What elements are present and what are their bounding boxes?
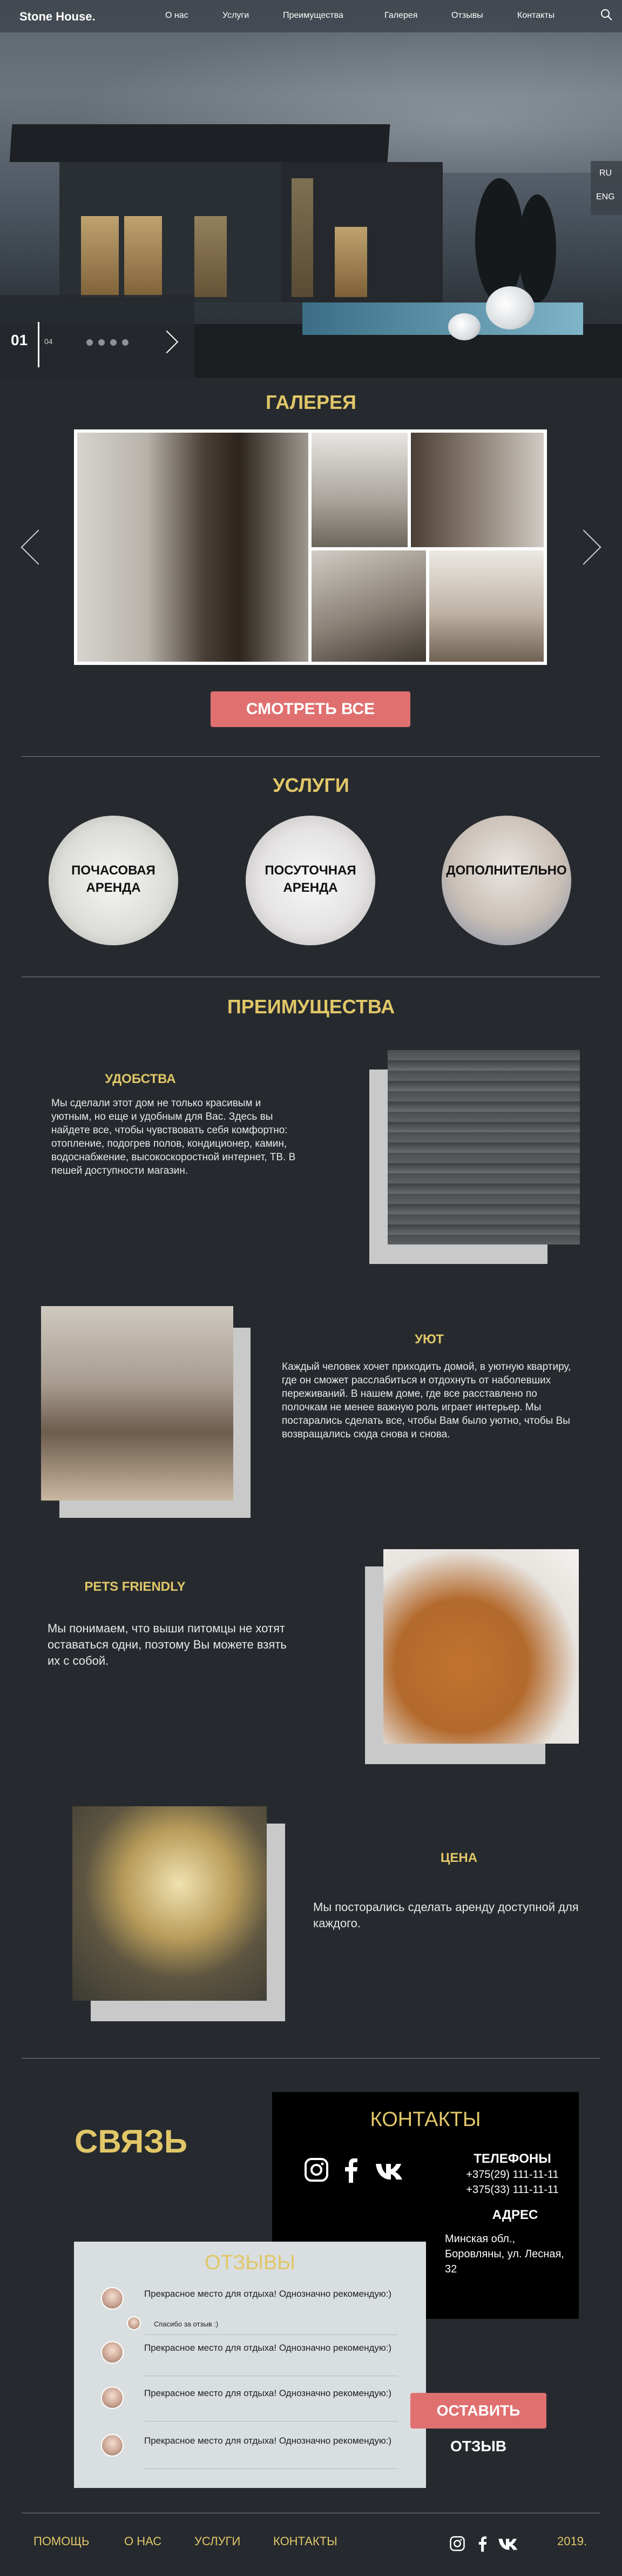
gallery-collage[interactable] bbox=[74, 429, 547, 665]
facebook-icon[interactable] bbox=[476, 2535, 488, 2552]
gallery-image[interactable] bbox=[77, 433, 308, 662]
avatar bbox=[101, 2341, 124, 2364]
service-additional[interactable]: ДОПОЛНИТЕЛЬНО bbox=[442, 816, 571, 945]
advantage-heading: ЦЕНА bbox=[440, 1851, 478, 1865]
slide-total: 04 bbox=[44, 337, 53, 346]
review-text: Прекрасное место для отдыха! Однозначно … bbox=[144, 2343, 392, 2353]
nav-item-reviews[interactable]: Отзывы bbox=[451, 11, 483, 21]
footer-link-about[interactable]: О НАС bbox=[124, 2534, 161, 2548]
service-daily-rent[interactable]: ПОСУТОЧНАЯ АРЕНДА bbox=[246, 816, 375, 945]
instagram-icon[interactable] bbox=[303, 2157, 329, 2183]
language-switcher: RU ENG bbox=[591, 161, 622, 215]
contact-heading: СВЯЗЬ bbox=[75, 2123, 188, 2160]
phone-number[interactable]: +375(29) 111-11-11 bbox=[458, 2169, 566, 2181]
slider-dot[interactable] bbox=[122, 339, 129, 346]
review-text: Прекрасное место для отдыха! Однозначно … bbox=[144, 2436, 392, 2446]
gallery-image[interactable] bbox=[312, 550, 426, 662]
living-room-photo bbox=[41, 1306, 233, 1501]
avatar bbox=[101, 2386, 124, 2409]
nav-item-advantages[interactable]: Преимущества bbox=[283, 11, 343, 21]
service-label: ДОПОЛНИТЕЛЬНО bbox=[446, 863, 567, 878]
slider-dot[interactable] bbox=[110, 339, 117, 346]
facebook-icon[interactable] bbox=[341, 2157, 360, 2183]
instagram-icon[interactable] bbox=[449, 2535, 465, 2552]
pets-photo bbox=[383, 1549, 579, 1744]
service-label: ПОСУТОЧНАЯ АРЕНДА bbox=[265, 863, 356, 895]
service-hourly-rent[interactable]: ПОЧАСОВАЯ АРЕНДА bbox=[49, 816, 178, 945]
section-divider bbox=[22, 756, 600, 757]
advantages-title: ПРЕИМУЩЕСТВА bbox=[227, 996, 395, 1018]
review-divider bbox=[144, 2421, 398, 2422]
services-title: УСЛУГИ bbox=[273, 774, 349, 796]
vk-icon[interactable] bbox=[498, 2538, 522, 2551]
advantage-heading: УДОБСТВА bbox=[105, 1072, 176, 1086]
slider-dot[interactable] bbox=[86, 339, 93, 346]
gallery-title: ГАЛЕРЕЯ bbox=[266, 391, 356, 413]
phone-number[interactable]: +375(33) 111-11-11 bbox=[458, 2184, 566, 2196]
phones-title: ТЕЛЕФОНЫ bbox=[474, 2151, 551, 2166]
avatar bbox=[101, 2434, 124, 2457]
advantage-text: Мы понимаем, что выши питомцы не хотят о… bbox=[48, 1622, 287, 1667]
address-text: Минская обл., Боровляны, ул. Лесная, 32 bbox=[445, 2233, 564, 2275]
leave-review-button[interactable]: ОСТАВИТЬ ОТЗЫВ bbox=[410, 2393, 546, 2454]
advantage-heading: PETS FRIENDLY bbox=[84, 1579, 186, 1594]
advantage-heading: УЮТ bbox=[415, 1332, 444, 1347]
contacts-title: КОНТАКТЫ bbox=[370, 2108, 481, 2131]
view-all-button[interactable]: СМОТРЕТЬ ВСЕ bbox=[211, 691, 410, 727]
gallery-image[interactable] bbox=[411, 433, 544, 547]
vk-icon[interactable] bbox=[375, 2162, 408, 2181]
service-label: ПОЧАСОВАЯ АРЕНДА bbox=[71, 863, 156, 895]
nav-item-contacts[interactable]: Контакты bbox=[517, 11, 555, 21]
review-text: Прекрасное место для отдыха! Однозначно … bbox=[144, 2388, 392, 2398]
avatar bbox=[101, 2287, 124, 2310]
search-icon[interactable] bbox=[600, 9, 612, 21]
avatar bbox=[127, 2316, 141, 2330]
gallery-image[interactable] bbox=[429, 550, 544, 662]
footer-link-contacts[interactable]: КОНТАКТЫ bbox=[273, 2534, 337, 2548]
footer-link-services[interactable]: УСЛУГИ bbox=[194, 2534, 240, 2548]
gallery-prev-icon[interactable] bbox=[21, 529, 56, 565]
top-navigation: Stone House. О нас Услуги Преимущества Г… bbox=[0, 0, 622, 32]
advantage-text: Мы сделали этот дом не только красивым и… bbox=[51, 1098, 296, 1176]
footer-year: 2019. bbox=[557, 2534, 587, 2548]
footer-link-help[interactable]: ПОМОЩЬ bbox=[33, 2534, 89, 2548]
address-title: АДРЕС bbox=[492, 2208, 538, 2222]
nav-item-services[interactable]: Услуги bbox=[222, 11, 249, 21]
gallery-next-icon[interactable] bbox=[566, 529, 601, 565]
review-reply: Спасибо за отзыв :) bbox=[154, 2320, 219, 2328]
gallery-image[interactable] bbox=[312, 433, 408, 547]
lang-ru[interactable]: RU bbox=[599, 169, 612, 178]
reviews-title: ОТЗЫВЫ bbox=[205, 2251, 295, 2274]
nav-item-gallery[interactable]: Галерея bbox=[384, 11, 417, 21]
bathroom-photo bbox=[388, 1050, 580, 1245]
logo[interactable]: Stone House. bbox=[19, 10, 96, 24]
slide-divider bbox=[38, 322, 39, 367]
advantage-text: Каждый человек хочет приходить домой, в … bbox=[282, 1361, 571, 1440]
reviews-box: ОТЗЫВЫ Прекрасное место для отдыха! Одно… bbox=[74, 2242, 426, 2488]
coins-photo bbox=[72, 1806, 267, 2001]
nav-item-about[interactable]: О нас bbox=[165, 11, 188, 21]
section-divider bbox=[22, 2058, 600, 2059]
advantage-text: Мы посторались сделать аренду доступной … bbox=[313, 1900, 579, 1930]
review-text: Прекрасное место для отдыха! Однозначно … bbox=[144, 2289, 392, 2299]
slider-dot[interactable] bbox=[98, 339, 105, 346]
slide-current: 01 bbox=[11, 332, 28, 348]
lang-eng[interactable]: ENG bbox=[596, 192, 615, 202]
